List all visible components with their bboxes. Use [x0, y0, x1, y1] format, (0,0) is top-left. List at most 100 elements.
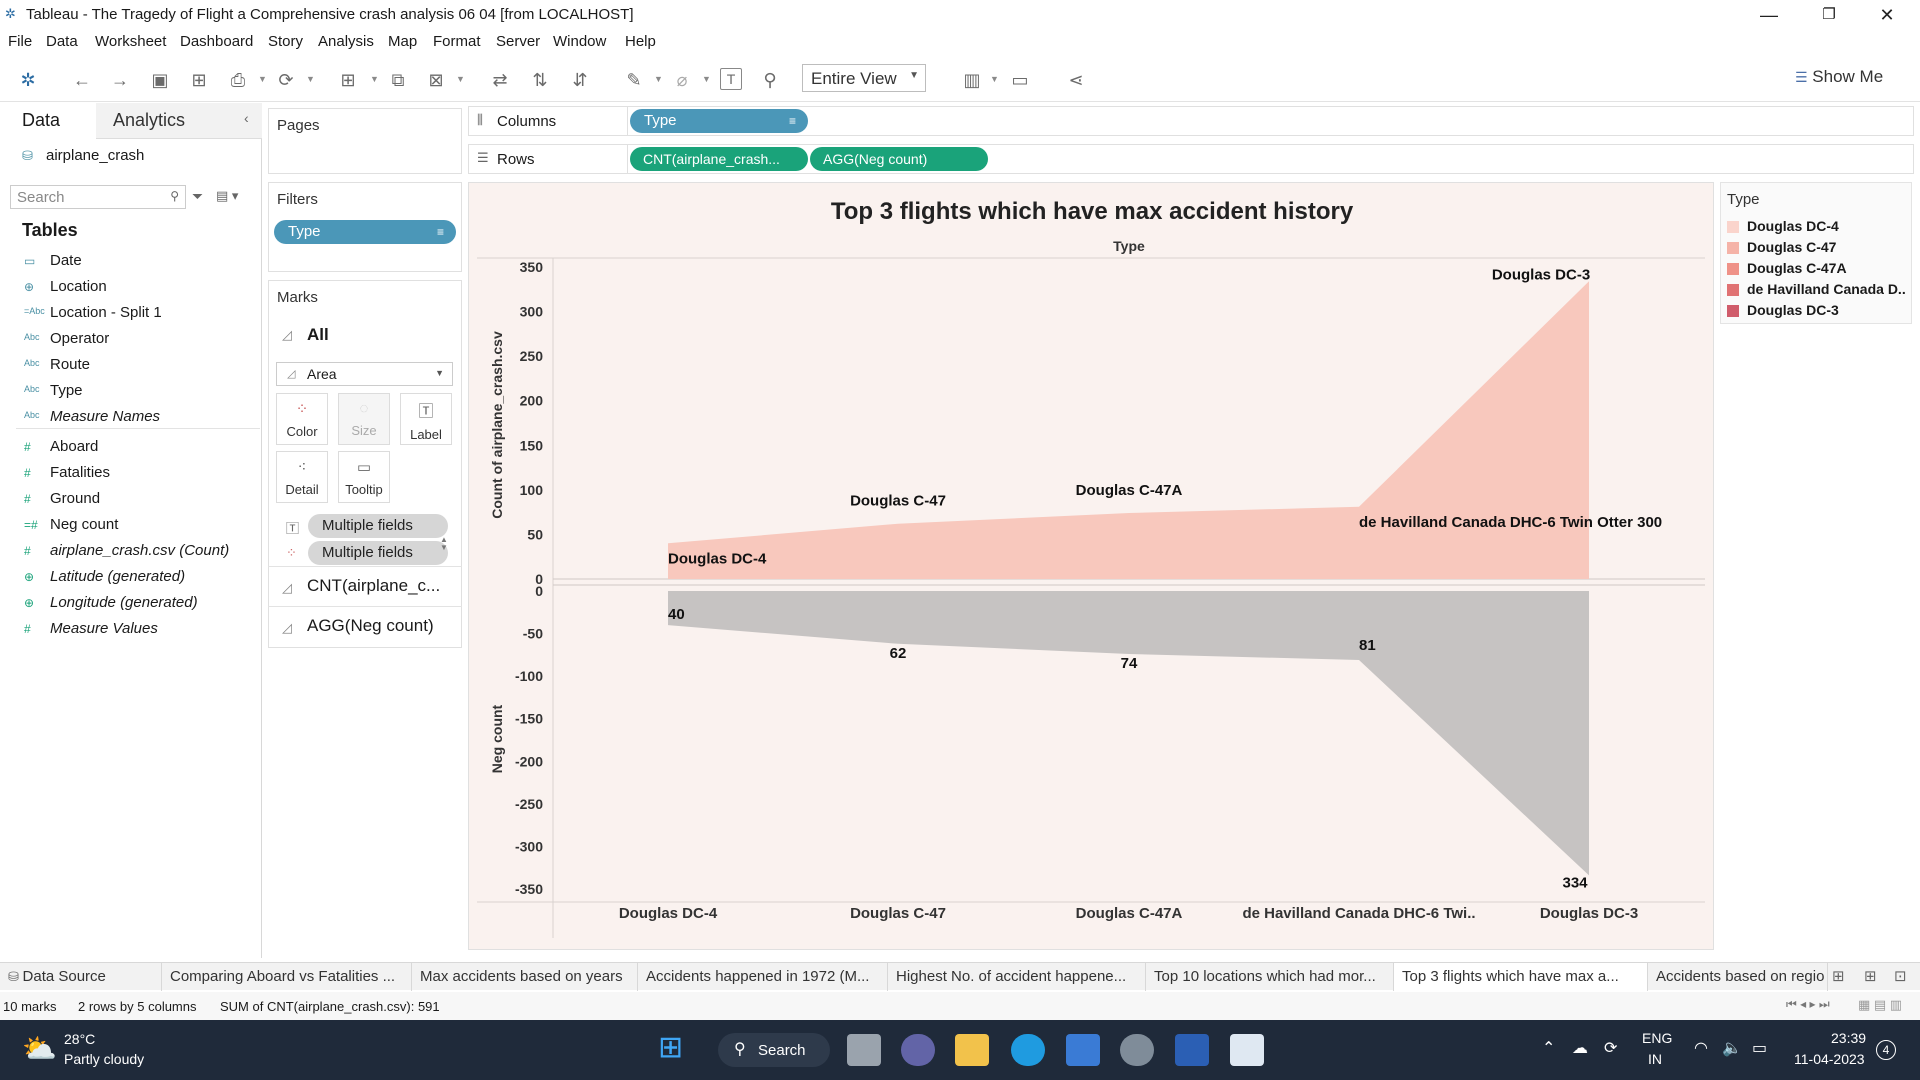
field-item[interactable]: ▭ Date [0, 250, 262, 274]
file-explorer-icon[interactable] [955, 1034, 989, 1066]
marks-all-label[interactable]: All [307, 325, 329, 345]
label-button[interactable]: 🅃 Label [400, 393, 452, 445]
clock-date[interactable]: 11-04-2023 [1794, 1051, 1865, 1067]
menu-file[interactable]: File [8, 33, 32, 50]
field-item[interactable]: # Aboard [0, 436, 262, 460]
store-icon[interactable] [1066, 1034, 1100, 1066]
show-cards-icon[interactable]: ▥ [960, 68, 984, 92]
menu-dashboard[interactable]: Dashboard [180, 33, 253, 50]
legend-item[interactable]: de Havilland Canada D.. [1727, 280, 1907, 300]
duplicate-icon[interactable]: ⧉ [386, 68, 410, 92]
windows-start-icon[interactable]: ⊞ [658, 1033, 683, 1063]
field-item[interactable]: Abc Measure Names [0, 406, 262, 430]
highlight-icon[interactable]: ✎ [622, 68, 646, 92]
show-labels-icon[interactable]: T [720, 68, 742, 90]
legend-item[interactable]: Douglas DC-4 [1727, 217, 1907, 237]
chevron-down-icon[interactable]: ▼ [654, 74, 663, 84]
field-item[interactable]: =Abc Location - Split 1 [0, 302, 262, 326]
taskbar-search[interactable]: ⚲ Search [718, 1033, 830, 1067]
edge-icon[interactable] [1011, 1034, 1045, 1066]
new-worksheet-icon[interactable]: ⊞ [336, 68, 360, 92]
scroll-arrows-icon[interactable]: ▲ ▼ [440, 536, 448, 552]
filter-icon[interactable]: ⏷ [192, 188, 203, 205]
field-item[interactable]: # Fatalities [0, 462, 262, 486]
sheet-tab[interactable]: Top 10 locations which had mor... [1146, 963, 1394, 991]
mark-type-dropdown[interactable]: ◿ Area ▼ [276, 362, 453, 386]
menu-analysis[interactable]: Analysis [318, 33, 374, 50]
region-label[interactable]: IN [1648, 1051, 1662, 1067]
field-item[interactable]: ⊕ Latitude (generated) [0, 566, 262, 590]
sheet-tab[interactable]: Highest No. of accident happene... [888, 963, 1146, 991]
sheet-nav-icon[interactable]: ⏮ ◂ ▸ ⏭ [1786, 997, 1830, 1012]
sheet-tab[interactable]: Comparing Aboard vs Fatalities ... [162, 963, 412, 991]
fit-dropdown[interactable]: Entire View ▼ [802, 64, 926, 92]
chevron-down-icon[interactable]: ▼ [456, 74, 465, 84]
field-item[interactable]: Abc Type [0, 380, 262, 404]
area-chart[interactable]: Top 3 flights which have max accident hi… [469, 183, 1715, 951]
volume-icon[interactable]: 🔈 [1722, 1038, 1742, 1058]
marks-pill-label-fields[interactable]: Multiple fields [308, 514, 448, 538]
field-item[interactable]: Abc Route [0, 354, 262, 378]
legend-item[interactable]: Douglas C-47 [1727, 238, 1907, 258]
menu-server[interactable]: Server [496, 33, 540, 50]
datasource-name[interactable]: airplane_crash [46, 147, 144, 164]
chevron-down-icon[interactable]: ▼ [306, 74, 315, 84]
refresh-icon[interactable]: ⟳ [274, 68, 298, 92]
filter-pill-type[interactable]: Type ≡ [274, 220, 456, 244]
tab-analytics[interactable]: Analytics [113, 110, 185, 131]
sort-descending-icon[interactable]: ⇵ [568, 68, 592, 92]
undo-icon[interactable]: ← [70, 68, 94, 92]
view-mode-icon[interactable]: ▦ ▤ ▥ [1858, 997, 1902, 1013]
view-options-icon[interactable]: ▤ ▾ [216, 188, 238, 204]
redo-icon[interactable]: → [108, 68, 132, 92]
sheet-tab[interactable]: Max accidents based on years [412, 963, 638, 991]
save-icon[interactable]: ▣ [148, 68, 172, 92]
chevron-down-icon[interactable]: ▼ [258, 74, 267, 84]
close-button[interactable]: ✕ [1864, 3, 1910, 27]
new-story-icon[interactable]: ⊡ [1894, 967, 1907, 985]
field-item[interactable]: # Measure Values [0, 618, 262, 642]
settings-icon[interactable] [1120, 1034, 1154, 1066]
clear-sheet-icon[interactable]: ⊠ [424, 68, 448, 92]
color-button[interactable]: ⁘ Color [276, 393, 328, 445]
weather-icon[interactable]: ⛅ [22, 1032, 57, 1065]
chevron-down-icon[interactable]: ▼ [702, 74, 711, 84]
search-input[interactable]: Search ⚲ [10, 185, 186, 209]
menu-format[interactable]: Format [433, 33, 481, 50]
lang-label[interactable]: ENG [1642, 1030, 1672, 1046]
menu-help[interactable]: Help [625, 33, 656, 50]
word-icon[interactable] [1175, 1034, 1209, 1066]
sort-ascending-icon[interactable]: ⇅ [528, 68, 552, 92]
sheet-tab[interactable]: Accidents based on regio [1648, 963, 1828, 991]
new-worksheet-icon[interactable]: ⊞ [1832, 967, 1845, 985]
group-icon[interactable]: ⌀ [670, 68, 694, 92]
rows-pill-neg[interactable]: AGG(Neg count) [810, 147, 988, 171]
chevron-up-icon[interactable]: ⌃ [1542, 1038, 1555, 1058]
columns-pill-type[interactable]: Type ≡ [630, 109, 808, 133]
field-item[interactable]: # airplane_crash.csv (Count) [0, 540, 262, 564]
pages-card[interactable]: Pages [268, 108, 462, 174]
tableau-home-icon[interactable]: ✲ [16, 68, 40, 92]
wifi-icon[interactable]: ◠ [1694, 1038, 1708, 1058]
rows-pill-cnt[interactable]: CNT(airplane_crash... [630, 147, 808, 171]
tab-data-source[interactable]: ⛁ Data Source [0, 963, 162, 991]
pause-updates-icon[interactable]: ⎙ [226, 68, 250, 92]
sheet-tab[interactable]: Accidents happened in 1972 (M... [638, 963, 888, 991]
swap-icon[interactable]: ⇄ [488, 68, 512, 92]
menu-story[interactable]: Story [268, 33, 303, 50]
menu-map[interactable]: Map [388, 33, 417, 50]
restore-button[interactable]: ❐ [1806, 3, 1852, 27]
cloud-icon[interactable]: ☁ [1572, 1038, 1588, 1058]
tooltip-button[interactable]: ▭ Tooltip [338, 451, 390, 503]
teams-icon[interactable] [901, 1034, 935, 1066]
marks-pill-color-fields[interactable]: Multiple fields [308, 541, 448, 565]
field-item[interactable]: =# Neg count [0, 514, 262, 538]
measure-tab-neg[interactable]: AGG(Neg count) [307, 616, 434, 636]
minimize-button[interactable]: — [1746, 3, 1792, 27]
collapse-pane-icon[interactable]: ‹ [244, 110, 249, 126]
sync-icon[interactable]: ⟳ [1604, 1038, 1617, 1058]
chevron-down-icon[interactable]: ▼ [990, 74, 999, 84]
menu-worksheet[interactable]: Worksheet [95, 33, 166, 50]
detail-button[interactable]: ⁖ Detail [276, 451, 328, 503]
clock-time[interactable]: 23:39 [1831, 1030, 1866, 1046]
